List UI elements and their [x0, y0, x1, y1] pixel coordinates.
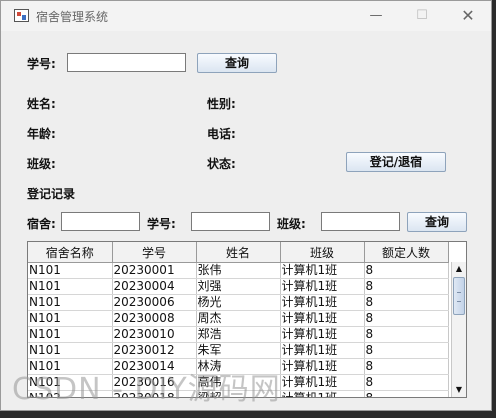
java-app-icon: [14, 9, 29, 22]
phone-label: 电话:: [207, 127, 236, 141]
table-cell: 20230010: [112, 326, 197, 343]
table-cell: 郑浩: [196, 326, 281, 343]
table-cell: 8: [364, 342, 449, 359]
class-filter-input[interactable]: [321, 212, 400, 231]
class-filter-label: 班级:: [277, 217, 306, 231]
gender-label: 性别:: [207, 97, 236, 111]
table-cell: 8: [364, 358, 449, 375]
table-cell: 20230004: [112, 278, 197, 295]
table-cell: 8: [364, 326, 449, 343]
status-label: 状态:: [207, 157, 236, 171]
table-cell: N101: [28, 342, 113, 359]
table-cell: 20230008: [112, 310, 197, 327]
query-button[interactable]: 查询: [197, 53, 277, 73]
table-row[interactable]: N101 20230010 郑浩 计算机1班 8: [28, 326, 449, 343]
table-cell: N101: [28, 326, 113, 343]
table-header-row: 宿舍名称 学号 姓名 班级 额定人数: [28, 242, 449, 263]
table-row[interactable]: N101 20230001 张伟 计算机1班 8: [28, 262, 449, 279]
records-query-button[interactable]: 查询: [407, 212, 467, 232]
table-cell: 计算机1班: [280, 374, 365, 391]
table-cell: 张伟: [196, 262, 281, 279]
table-cell: 周杰: [196, 310, 281, 327]
table-cell: 8: [364, 374, 449, 391]
table-cell: 计算机1班: [280, 326, 365, 343]
table-cell: 8: [364, 390, 449, 397]
table-cell: 刘强: [196, 278, 281, 295]
title-bar[interactable]: 宿舍管理系统 — ☐ ✕: [1, 1, 491, 31]
scroll-up-icon[interactable]: ▲: [452, 262, 466, 276]
column-header[interactable]: 姓名: [196, 242, 281, 263]
table-cell: 8: [364, 294, 449, 311]
minimize-button[interactable]: —: [353, 1, 399, 31]
window-title: 宿舍管理系统: [36, 10, 109, 24]
close-button[interactable]: ✕: [445, 1, 491, 31]
scrollbar-thumb[interactable]: [453, 277, 465, 315]
table-row[interactable]: N101 20230012 朱军 计算机1班 8: [28, 342, 449, 359]
table-cell: N101: [28, 310, 113, 327]
table-cell: 计算机1班: [280, 358, 365, 375]
student-id-input[interactable]: [67, 53, 186, 72]
dorm-filter-input[interactable]: [61, 212, 140, 231]
student-id-filter-label: 学号:: [147, 217, 176, 231]
main-window: 宿舍管理系统 — ☐ ✕ 学号: 查询 姓名: 性别: 年龄: 电话: 班级: …: [0, 0, 492, 411]
table-cell: 8: [364, 262, 449, 279]
column-header[interactable]: 班级: [280, 242, 365, 263]
watermark: CSDN - DIY源码网: [12, 372, 281, 407]
table-cell: 杨光: [196, 294, 281, 311]
scroll-down-icon[interactable]: ▼: [452, 383, 466, 397]
checkin-checkout-button[interactable]: 登记/退宿: [346, 152, 446, 172]
table-cell: 计算机1班: [280, 390, 365, 397]
column-header[interactable]: 学号: [112, 242, 197, 263]
table-cell: 20230006: [112, 294, 197, 311]
name-label: 姓名:: [27, 97, 56, 111]
table-cell: 计算机1班: [280, 294, 365, 311]
table-cell: 朱军: [196, 342, 281, 359]
table-cell: 8: [364, 278, 449, 295]
table-cell: 计算机1班: [280, 342, 365, 359]
column-header[interactable]: 宿舍名称: [28, 242, 113, 263]
records-section-title: 登记记录: [27, 187, 76, 201]
column-header[interactable]: 额定人数: [364, 242, 449, 263]
table-row[interactable]: N101 20230004 刘强 计算机1班 8: [28, 278, 449, 295]
table-cell: N101: [28, 278, 113, 295]
table-row[interactable]: N101 20230006 杨光 计算机1班 8: [28, 294, 449, 311]
table-row[interactable]: N101 20230008 周杰 计算机1班 8: [28, 310, 449, 327]
table-cell: N101: [28, 262, 113, 279]
table-cell: 8: [364, 310, 449, 327]
table-cell: 计算机1班: [280, 310, 365, 327]
student-id-filter-input[interactable]: [191, 212, 270, 231]
table-cell: 计算机1班: [280, 262, 365, 279]
age-label: 年龄:: [27, 127, 56, 141]
maximize-button[interactable]: ☐: [399, 1, 445, 31]
table-cell: 20230001: [112, 262, 197, 279]
table-cell: N101: [28, 294, 113, 311]
table-cell: 计算机1班: [280, 278, 365, 295]
table-cell: 20230012: [112, 342, 197, 359]
dorm-filter-label: 宿舍:: [27, 217, 56, 231]
class-label: 班级:: [27, 157, 56, 171]
vertical-scrollbar[interactable]: ▲ ▼: [451, 262, 466, 397]
student-id-label: 学号:: [27, 57, 56, 71]
